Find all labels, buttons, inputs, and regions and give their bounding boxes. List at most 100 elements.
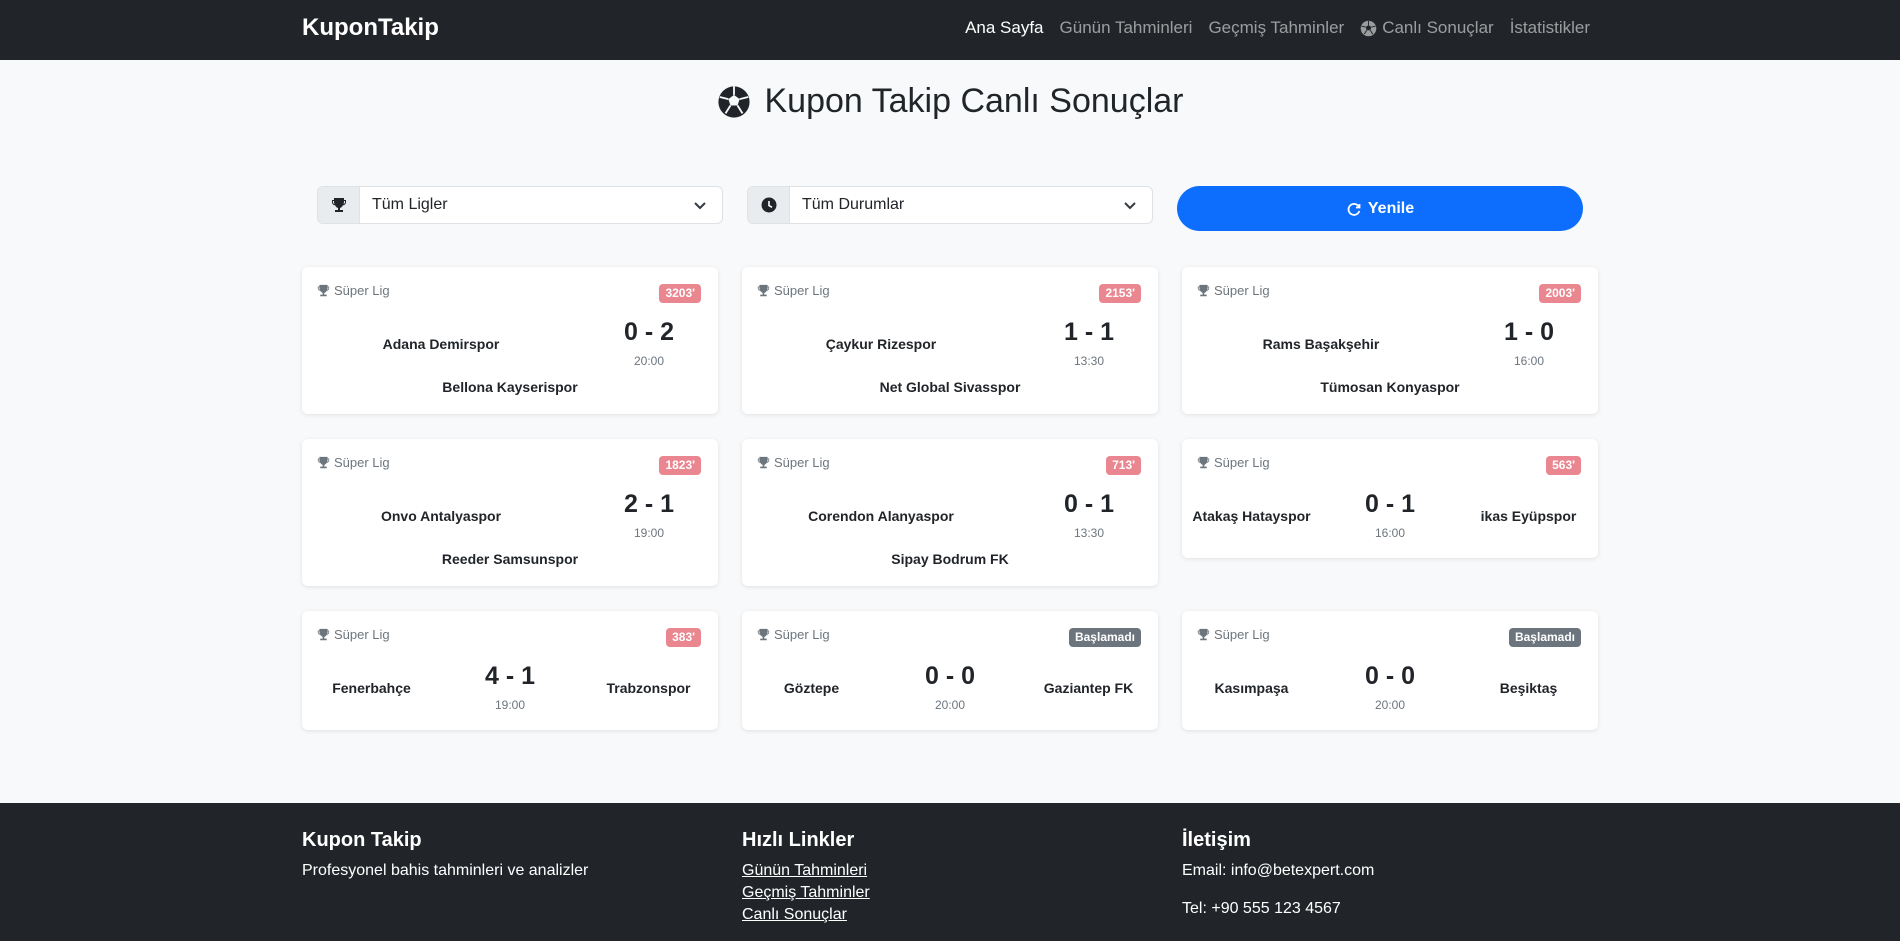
kickoff-time: 19:00 [633, 526, 665, 540]
match-card[interactable]: Süper Lig Başlamadı Göztepe 0 - 0 20:00 Gazia… [742, 611, 1158, 730]
refresh-button[interactable]: Yenile [1177, 186, 1583, 231]
footer-links-title: Hızlı Linkler [742, 829, 855, 851]
nav-home-label: Ana Sayfa [965, 18, 1044, 37]
brand-logo[interactable]: KuponTakip [302, 14, 439, 42]
league-select-value: Tüm Ligler [372, 196, 448, 213]
nav-past-predictions[interactable]: Geçmiş Tahminler [1208, 18, 1344, 38]
home-team: Rams Başakşehir [1262, 336, 1380, 352]
home-team: Adana Demirspor [382, 336, 500, 352]
league-name: Süper Lig [774, 455, 830, 470]
chevron-down-icon [1124, 202, 1136, 210]
page-title-text: Kupon Takip Canlı Sonuçlar [764, 82, 1184, 120]
home-team: Onvo Antalyaspor [380, 508, 502, 524]
league-name: Süper Lig [334, 283, 390, 298]
home-team: Atakaş Hatayspor [1192, 508, 1311, 524]
status-badge: 3203' [659, 284, 701, 304]
score: 1 - 0 [1503, 318, 1555, 346]
trophy-icon [318, 187, 360, 223]
refresh-icon [1347, 202, 1361, 216]
league-label: Süper Lig [1197, 455, 1270, 470]
score: 0 - 1 [1364, 490, 1416, 518]
match-card[interactable]: Süper Lig 2003' Rams Başakşehir 1 - 0 16:00 T… [1182, 267, 1598, 414]
home-team: Çaykur Rizespor [825, 336, 937, 352]
home-team: Kasımpaşa [1214, 680, 1289, 696]
footer-link-todays-predictions[interactable]: Günün Tahminleri [742, 862, 870, 880]
status-badge: Başlamadı [1508, 628, 1581, 648]
league-filter-group: Tüm Ligler [317, 186, 723, 224]
nav-live-results[interactable]: Canlı Sonuçlar [1360, 18, 1494, 38]
league-name: Süper Lig [1214, 455, 1270, 470]
league-name: Süper Lig [774, 627, 830, 642]
trophy-icon [757, 284, 770, 297]
footer-contact-title: İletişim [1182, 829, 1251, 851]
match-card[interactable]: Süper Lig 563' Atakaş Hatayspor 0 - 1 16:00 i… [1182, 439, 1598, 558]
league-select[interactable]: Tüm Ligler [360, 187, 722, 223]
soccer-ball-icon [717, 85, 751, 119]
footer-contact-phone: Tel: +90 555 123 4567 [1182, 900, 1341, 917]
page-title: Kupon Takip Canlı Sonuçlar [0, 82, 1900, 121]
footer-link-live-results[interactable]: Canlı Sonuçlar [742, 906, 870, 924]
status-badge: 563' [1546, 456, 1581, 476]
kickoff-time: 20:00 [1374, 698, 1406, 712]
away-team: ikas Eyüpspor [1480, 508, 1577, 524]
score: 2 - 1 [623, 490, 675, 518]
league-name: Süper Lig [1214, 627, 1270, 642]
away-team: Trabzonspor [606, 680, 691, 696]
trophy-icon [317, 456, 330, 469]
away-team: Net Global Sivasspor [879, 379, 1021, 395]
status-select-value: Tüm Durumlar [802, 196, 905, 213]
match-card[interactable]: Süper Lig 2153' Çaykur Rizespor 1 - 1 13:30 N… [742, 267, 1158, 414]
away-team: Reeder Samsunspor [441, 551, 579, 567]
home-team: Fenerbahçe [332, 680, 411, 696]
footer-contact-email: Email: info@betexpert.com [1182, 862, 1375, 879]
league-label: Süper Lig [757, 283, 830, 298]
nav-todays-predictions[interactable]: Günün Tahminleri [1060, 18, 1193, 38]
nav-live-results-label: Canlı Sonuçlar [1382, 18, 1494, 37]
home-team: Corendon Alanyaspor [808, 508, 954, 524]
score: 0 - 0 [924, 662, 976, 690]
score: 0 - 0 [1364, 662, 1416, 690]
nav-statistics-label: İstatistikler [1509, 18, 1590, 37]
footer-link-past-predictions[interactable]: Geçmiş Tahminler [742, 884, 870, 902]
league-label: Süper Lig [1197, 283, 1270, 298]
clock-icon [748, 187, 790, 223]
status-select[interactable]: Tüm Durumlar [790, 187, 1152, 223]
chevron-down-icon [694, 202, 706, 210]
away-team: Sipay Bodrum FK [891, 551, 1009, 567]
home-team: Göztepe [783, 680, 840, 696]
league-label: Süper Lig [757, 627, 830, 642]
match-card[interactable]: Süper Lig 713' Corendon Alanyaspor 0 - 1 13:… [742, 439, 1158, 586]
score: 1 - 1 [1063, 318, 1115, 346]
away-team: Tümosan Konyaspor [1320, 379, 1460, 395]
kickoff-time: 13:30 [1073, 526, 1105, 540]
footer: Kupon Takip Profesyonel bahis tahminleri… [0, 803, 1900, 941]
nav-statistics[interactable]: İstatistikler [1510, 18, 1590, 38]
league-label: Süper Lig [1197, 627, 1270, 642]
status-badge: 713' [1106, 456, 1141, 476]
kickoff-time: 20:00 [934, 698, 966, 712]
match-card[interactable]: Süper Lig Başlamadı Kasımpaşa 0 - 0 20:00 Beş… [1182, 611, 1598, 730]
nav-todays-predictions-label: Günün Tahminleri [1059, 18, 1193, 37]
nav-home[interactable]: Ana Sayfa [965, 18, 1043, 38]
trophy-icon [317, 628, 330, 641]
score: 4 - 1 [484, 662, 536, 690]
navbar: KuponTakip Ana Sayfa Günün Tahminleri Ge… [0, 0, 1900, 60]
league-name: Süper Lig [774, 283, 830, 298]
league-label: Süper Lig [757, 455, 830, 470]
trophy-icon [1197, 628, 1210, 641]
nav-links: Ana Sayfa Günün Tahminleri Geçmiş Tahmin… [965, 18, 1590, 38]
trophy-icon [757, 628, 770, 641]
league-label: Süper Lig [317, 627, 390, 642]
status-badge: 1823' [659, 456, 701, 476]
match-card[interactable]: Süper Lig 1823' Onvo Antalyaspor 2 - 1 19:00… [302, 439, 718, 586]
score: 0 - 2 [623, 318, 675, 346]
match-card[interactable]: Süper Lig 3203' Adana Demirspor 0 - 2 20:00 B… [302, 267, 718, 414]
league-label: Süper Lig [317, 455, 390, 470]
away-team: Gaziantep FK [1043, 680, 1134, 696]
footer-about-title: Kupon Takip [302, 829, 422, 851]
kickoff-time: 13:30 [1073, 354, 1105, 368]
status-badge: 2003' [1539, 284, 1581, 304]
trophy-icon [1197, 456, 1210, 469]
match-card[interactable]: Süper Lig 383' Fenerbahçe 4 - 1 19:00 Trabzon… [302, 611, 718, 730]
footer-about: Kupon Takip Profesyonel bahis tahminleri… [302, 829, 588, 900]
